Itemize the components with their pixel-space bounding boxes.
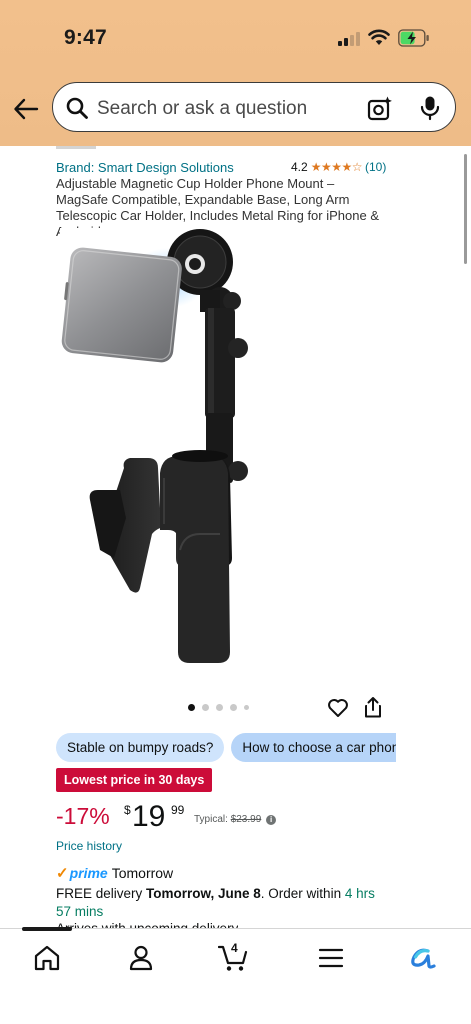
search-input[interactable]: Search or ask a question <box>97 98 307 120</box>
rating-count[interactable]: (10) <box>365 160 386 174</box>
price-history-link[interactable]: Price history <box>56 839 122 853</box>
deal-badge: Lowest price in 30 days <box>56 768 213 792</box>
delivery-message: FREE delivery Tomorrow, June 8. Order wi… <box>56 885 376 921</box>
carousel-dot[interactable] <box>216 704 223 711</box>
wifi-icon <box>368 29 390 45</box>
prime-logo: prime <box>69 865 108 881</box>
rating-value: 4.2 <box>291 160 308 174</box>
heart-icon[interactable] <box>327 697 349 719</box>
question-chips: Stable on bumpy roads? How to choose a ca… <box>56 733 396 763</box>
discount-percent: -17% <box>56 803 110 829</box>
free-delivery-label: FREE delivery <box>56 886 147 901</box>
menu-icon[interactable] <box>316 943 346 973</box>
price-fraction: 99 <box>171 803 185 817</box>
typical-price-label: Typical: <box>194 814 231 825</box>
prime-check-icon: ✓ <box>56 865 69 882</box>
rating-summary[interactable]: 4.2 ★★★★☆ (10) <box>291 160 386 174</box>
back-arrow-icon <box>14 98 39 120</box>
star-rating-icon: ★★★★☆ <box>310 160 363 174</box>
share-icon[interactable] <box>363 696 383 718</box>
price-whole: 19 <box>132 800 166 833</box>
search-icon <box>66 97 88 119</box>
chip-stable-question[interactable]: Stable on bumpy roads? <box>56 733 225 762</box>
typical-price-value: $23.99 <box>230 814 262 825</box>
bottom-navigation: 4 <box>0 927 471 1024</box>
rufus-icon[interactable] <box>408 943 438 973</box>
brand-link[interactable]: Brand: Smart Design Solutions <box>56 160 234 175</box>
typical-price: Typical: $23.99 i <box>194 814 277 825</box>
active-tab-indicator <box>22 927 72 931</box>
chip-how-to-choose[interactable]: How to choose a car phone mount <box>231 733 396 762</box>
status-time: 9:47 <box>64 26 107 49</box>
home-icon[interactable] <box>32 943 62 973</box>
prime-badge: ✓ prime Tomorrow <box>56 864 173 882</box>
price-currency: $ <box>124 803 131 817</box>
image-carousel-indicator[interactable] <box>188 704 249 711</box>
info-icon[interactable]: i <box>266 815 277 825</box>
cart-count: 4 <box>231 941 238 955</box>
carousel-dot-active[interactable] <box>188 704 195 711</box>
cart-button[interactable]: 4 <box>217 941 248 973</box>
delivery-date: Tomorrow, June 8 <box>146 886 261 901</box>
prime-delivery-day: Tomorrow <box>111 865 174 881</box>
carousel-dot[interactable] <box>230 704 237 711</box>
back-button[interactable] <box>12 95 40 123</box>
carousel-dot[interactable] <box>202 704 209 711</box>
carousel-dot[interactable] <box>244 705 249 710</box>
app-header: 9:47 Search or ask a question <box>0 0 471 146</box>
search-bar[interactable]: Search or ask a question <box>52 82 456 132</box>
microphone-icon[interactable] <box>419 95 441 121</box>
scrollbar[interactable] <box>464 154 467 264</box>
cut-off-thumbnail <box>56 146 96 149</box>
camera-search-icon[interactable] <box>367 95 393 121</box>
battery-icon <box>398 29 429 47</box>
cellular-signal-icon <box>338 31 362 46</box>
arrives-with-delivery: Arrives with upcoming delivery <box>56 920 238 928</box>
product-image[interactable] <box>60 228 378 668</box>
account-icon[interactable] <box>126 943 156 973</box>
order-within-label: . Order within <box>260 886 345 901</box>
